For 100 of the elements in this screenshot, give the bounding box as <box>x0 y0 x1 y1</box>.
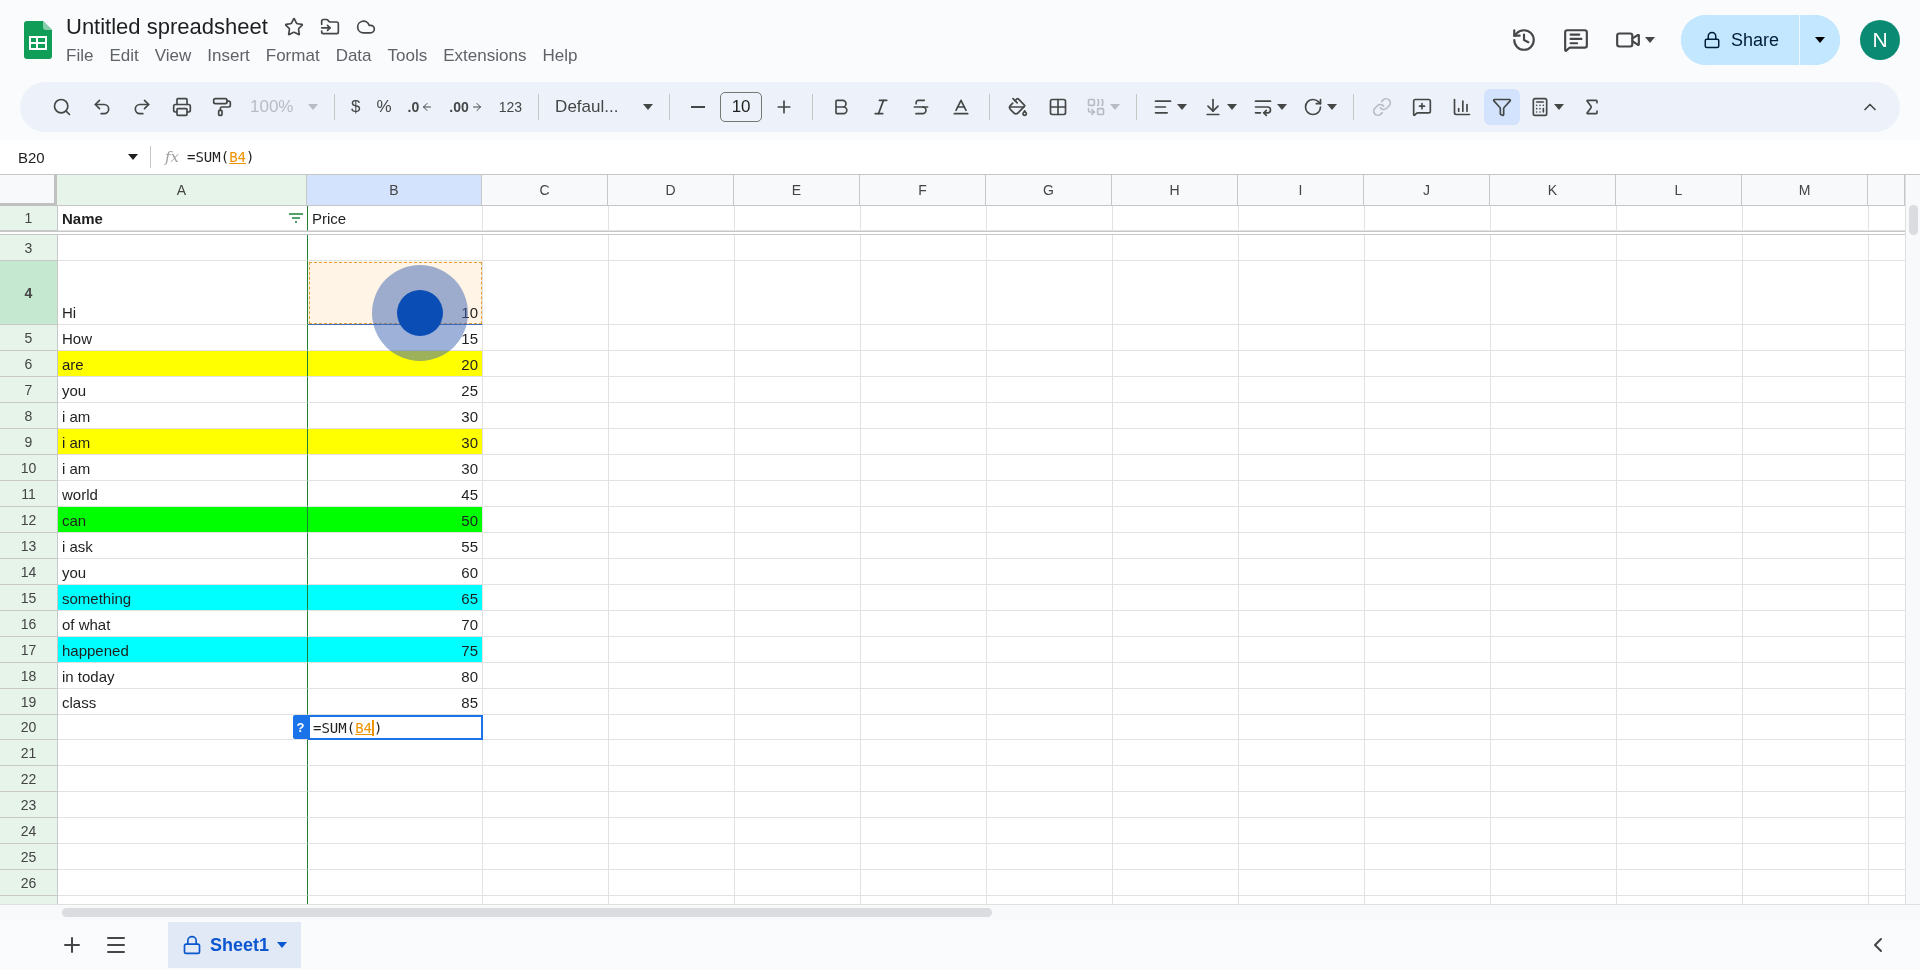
font-size-field[interactable]: 10 <box>720 92 763 122</box>
filter-button[interactable] <box>1484 89 1521 125</box>
row-header[interactable]: 7 <box>0 377 58 403</box>
caret-icon <box>277 942 288 948</box>
text-rotation-icon <box>1303 97 1324 117</box>
row-header[interactable]: 3 <box>0 235 58 261</box>
table-cell: class <box>58 689 308 715</box>
column-header[interactable]: D <box>608 175 734 206</box>
row-header[interactable]: 18 <box>0 663 58 689</box>
row-header[interactable]: 19 <box>0 689 58 715</box>
formula-help-button[interactable]: ? <box>293 715 308 739</box>
column-header[interactable]: A <box>57 175 307 206</box>
increase-decimal-button[interactable]: .00 <box>443 89 489 125</box>
arrow-left-icon <box>421 101 434 113</box>
table-cell: happened <box>58 637 308 663</box>
cell-editor[interactable]: =SUM(B4) <box>308 715 483 740</box>
horizontal-scrollbar[interactable] <box>0 904 1920 920</box>
row-header[interactable]: 12 <box>0 507 58 533</box>
menu-item[interactable]: Edit <box>109 46 139 66</box>
table-cell: How <box>58 325 308 351</box>
caret-icon <box>1644 37 1655 43</box>
redo-icon <box>132 97 152 117</box>
vertical-scrollbar[interactable] <box>1905 175 1920 904</box>
table-cell: Name <box>58 206 308 231</box>
table-cell: can <box>58 507 308 533</box>
table-cell: Price <box>308 206 483 231</box>
document-title: Untitled spreadsheet <box>66 14 268 40</box>
column-header[interactable]: B <box>307 175 482 206</box>
row-header[interactable]: 24 <box>0 818 58 844</box>
menu-item[interactable]: Format <box>265 46 320 66</box>
column-header[interactable]: J <box>1364 175 1490 206</box>
table-cell: 85 <box>308 689 483 715</box>
caret-icon <box>308 104 318 110</box>
table-cell: 25 <box>308 377 483 403</box>
move-folder-icon[interactable] <box>319 17 340 37</box>
row-header[interactable]: 5 <box>0 325 58 351</box>
arrow-right-icon <box>470 101 483 113</box>
menu-item[interactable]: Extensions <box>443 46 527 66</box>
fill-color-icon <box>1008 97 1029 117</box>
name-box[interactable]: B20 <box>0 146 151 168</box>
menu-item[interactable]: Insert <box>207 46 250 66</box>
history-icon[interactable] <box>1510 27 1537 53</box>
undo-icon <box>92 97 112 117</box>
column-header[interactable]: K <box>1490 175 1616 206</box>
decrease-decimal-button[interactable]: .0 <box>401 89 440 125</box>
row-header[interactable]: 1 <box>0 206 58 231</box>
comments-icon[interactable] <box>1562 27 1589 53</box>
row-header[interactable]: 11 <box>0 481 58 507</box>
row-header[interactable]: 25 <box>0 844 58 870</box>
row-header[interactable]: 17 <box>0 637 58 663</box>
table-cell: 45 <box>308 481 483 507</box>
column-header[interactable]: C <box>482 175 608 206</box>
column-header[interactable]: H <box>1112 175 1238 206</box>
caret-icon <box>1327 104 1338 110</box>
row-header[interactable]: 20 <box>0 715 58 740</box>
number-format-button[interactable]: 123 <box>492 89 529 125</box>
row-header[interactable]: 23 <box>0 792 58 818</box>
column-header[interactable]: E <box>734 175 860 206</box>
account-avatar[interactable]: N <box>1860 20 1900 60</box>
row-header[interactable]: 6 <box>0 351 58 377</box>
cloud-icon[interactable] <box>355 17 376 37</box>
star-icon[interactable] <box>283 17 304 37</box>
row-header[interactable]: 16 <box>0 611 58 637</box>
column-header[interactable]: L <box>1616 175 1742 206</box>
column-header[interactable]: M <box>1742 175 1868 206</box>
column-header[interactable]: F <box>860 175 986 206</box>
row-header[interactable]: 10 <box>0 455 58 481</box>
menu-item[interactable]: View <box>154 46 192 66</box>
caret-icon <box>128 154 138 160</box>
row-header[interactable]: 26 <box>0 870 58 896</box>
row-header[interactable]: 13 <box>0 533 58 559</box>
share-button[interactable]: Share <box>1680 15 1800 65</box>
text-wrap-icon <box>1253 97 1274 117</box>
column-header[interactable]: I <box>1238 175 1364 206</box>
table-cell: i am <box>58 403 308 429</box>
menu-item[interactable]: Help <box>542 46 578 66</box>
currency-button[interactable]: $ <box>345 89 367 125</box>
column-header[interactable]: G <box>986 175 1112 206</box>
percent-button[interactable]: % <box>370 89 398 125</box>
menu-item[interactable]: Tools <box>387 46 428 66</box>
row-header[interactable]: 22 <box>0 766 58 792</box>
table-cell: 15 <box>308 325 483 351</box>
align-left-icon <box>1153 97 1174 117</box>
row-header[interactable]: 8 <box>0 403 58 429</box>
row-header[interactable]: 9 <box>0 429 58 455</box>
row-header[interactable]: 21 <box>0 740 58 766</box>
row-header[interactable]: 4 <box>0 261 58 325</box>
borders-icon <box>1048 97 1069 117</box>
menu-item[interactable]: Data <box>335 46 372 66</box>
table-cell: i am <box>58 429 308 455</box>
filter-icon <box>289 213 303 223</box>
sheet-tab[interactable]: Sheet1 <box>168 922 302 968</box>
font-dropdown[interactable]: Defaul... <box>549 89 660 125</box>
lock-icon <box>1702 31 1721 49</box>
search-icon <box>52 97 72 117</box>
row-header[interactable]: 15 <box>0 585 58 611</box>
table-cell: 75 <box>308 637 483 663</box>
hidden-rows-marker[interactable] <box>0 231 1905 235</box>
row-header[interactable]: 14 <box>0 559 58 585</box>
menu-item[interactable]: File <box>66 46 94 66</box>
